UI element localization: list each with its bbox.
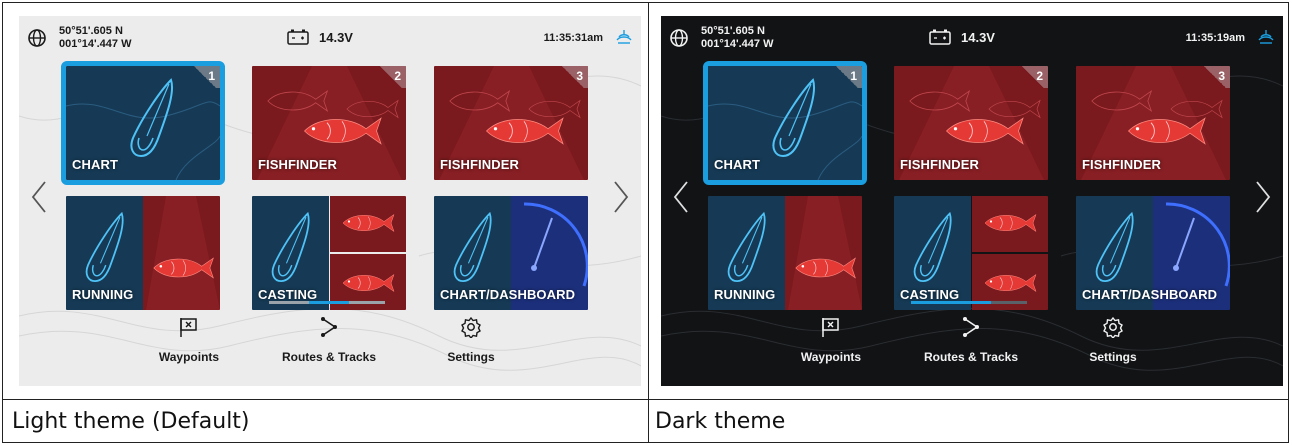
dock-label: Waypoints [158,350,220,364]
app-tile-chart[interactable]: 1 CHART [61,61,225,185]
tile-label: CASTING [900,287,960,302]
caption-dark-theme: Dark theme [655,409,786,434]
waypoint-flag-icon [180,318,197,337]
chevron-left-icon[interactable] [29,180,49,214]
chevron-left-icon[interactable] [671,180,691,214]
app-tile-fishfinder-1[interactable]: 2 FISHFINDER [894,66,1048,180]
gear-icon [461,316,481,338]
app-tile-fishfinder-2[interactable]: 3 FISHFINDER [434,66,588,180]
position-readout: 50°51'.605 N 001°14'.447 W [59,25,131,51]
tile-label: RUNNING [714,287,776,302]
longitude: 001°14'.447 W [59,38,132,50]
latitude: 50°51'.605 N [701,25,765,37]
voltage-readout: 14.3V [961,30,995,45]
tile-label: FISHFINDER [1082,157,1161,172]
gear-icon [1103,316,1123,338]
clock-readout: 11:35:19am [1185,32,1245,44]
app-tile-fishfinder-1[interactable]: 2 FISHFINDER [252,66,406,180]
dock-waypoints-button[interactable]: Waypoints [761,316,901,376]
latitude: 50°51'.605 N [59,25,123,37]
tile-label: RUNNING [72,287,134,302]
app-tile-fishfinder-2[interactable]: 3 FISHFINDER [1076,66,1230,180]
routes-icon [321,317,337,337]
app-tile-chart-dashboard[interactable]: CHART/DASHBOARD [434,196,588,310]
sonar-icon[interactable] [615,28,633,46]
table-divider-horizontal [3,399,1288,400]
dock-label: Routes & Tracks [281,350,377,364]
tile-label: CHART [72,157,118,172]
tile-number: 1 [190,66,220,88]
tile-number: 2 [1018,66,1048,88]
tile-label: CHART/DASHBOARD [440,287,576,302]
battery-icon [929,29,951,45]
tile-number: 2 [376,66,406,88]
sonar-icon[interactable] [1257,28,1275,46]
tile-number: 3 [558,66,588,88]
tile-label: CASTING [258,287,318,302]
tile-number: 1 [832,66,862,88]
app-tile-chart[interactable]: 1 CHART [703,61,867,185]
clock-readout: 11:35:31am [543,32,603,44]
table-divider-vertical [648,3,649,442]
waypoint-flag-icon [822,318,839,337]
dock-settings-button[interactable]: Settings [401,316,541,376]
globe-icon[interactable] [27,28,47,48]
tile-label: FISHFINDER [900,157,979,172]
dock-label: Settings [1089,350,1137,364]
dock-label: Routes & Tracks [923,350,1019,364]
chevron-right-icon[interactable] [1253,180,1273,214]
app-tile-casting[interactable]: CASTING [252,196,406,310]
longitude: 001°14'.447 W [701,38,774,50]
caption-light-theme: Light theme (Default) [12,409,250,434]
dock-routes-tracks-button[interactable]: Routes & Tracks [259,316,399,376]
battery-icon [287,29,309,45]
tile-label: CHART [714,157,760,172]
page-indicator-active [911,301,991,304]
page-indicator-active [309,301,349,304]
dark-theme-screen: 50°51'.605 N 001°14'.447 W 14.3V 11:35:1… [661,16,1283,386]
tile-label: FISHFINDER [440,157,519,172]
app-tile-casting[interactable]: CASTING [894,196,1048,310]
app-tile-running[interactable]: RUNNING [66,196,220,310]
app-tile-chart-dashboard[interactable]: CHART/DASHBOARD [1076,196,1230,310]
position-readout: 50°51'.605 N 001°14'.447 W [701,25,773,51]
dock-settings-button[interactable]: Settings [1043,316,1183,376]
tile-label: FISHFINDER [258,157,337,172]
globe-icon[interactable] [669,28,689,48]
status-bar: 50°51'.605 N 001°14'.447 W 14.3V 11:35:3… [19,16,641,60]
dock-routes-tracks-button[interactable]: Routes & Tracks [901,316,1041,376]
dock-label: Waypoints [800,350,862,364]
status-bar: 50°51'.605 N 001°14'.447 W 14.3V 11:35:1… [661,16,1283,60]
chevron-right-icon[interactable] [611,180,631,214]
voltage-readout: 14.3V [319,30,353,45]
dock-waypoints-button[interactable]: Waypoints [119,316,259,376]
dock-label: Settings [447,350,495,364]
tile-number: 3 [1200,66,1230,88]
tile-label: CHART/DASHBOARD [1082,287,1218,302]
light-theme-screen: 50°51'.605 N 001°14'.447 W 14.3V 11:35:3… [19,16,641,386]
app-tile-running[interactable]: RUNNING [708,196,862,310]
routes-icon [963,317,979,337]
